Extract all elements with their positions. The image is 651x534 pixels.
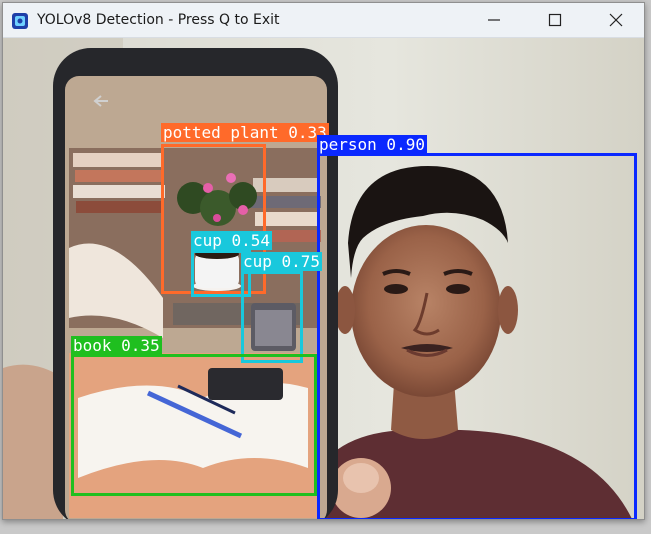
minimize-icon [488, 19, 500, 21]
detection-box-cup-2 [241, 271, 303, 363]
detection-label-cup-2: cup 0.75 [241, 252, 323, 271]
app-window: YOLOv8 Detection - Press Q to Exit potte… [2, 2, 645, 520]
app-icon [12, 13, 28, 29]
detection-label-cup-1: cup 0.54 [191, 231, 273, 250]
detection-label-book: book 0.35 [71, 336, 162, 355]
title-bar[interactable]: YOLOv8 Detection - Press Q to Exit [3, 3, 644, 38]
maximize-icon [548, 13, 562, 27]
minimize-button[interactable] [471, 3, 517, 37]
detection-label-person: person 0.90 [317, 135, 427, 154]
detection-label-potted-plant: potted plant 0.33 [161, 123, 329, 142]
maximize-button[interactable] [532, 3, 578, 37]
close-icon [609, 13, 623, 27]
camera-frame: potted plant 0.33 person 0.90 cup 0.54 c… [3, 38, 644, 519]
detection-box-person [317, 153, 637, 519]
window-title: YOLOv8 Detection - Press Q to Exit [37, 12, 280, 28]
detection-box-book [71, 354, 317, 496]
close-button[interactable] [593, 3, 639, 37]
